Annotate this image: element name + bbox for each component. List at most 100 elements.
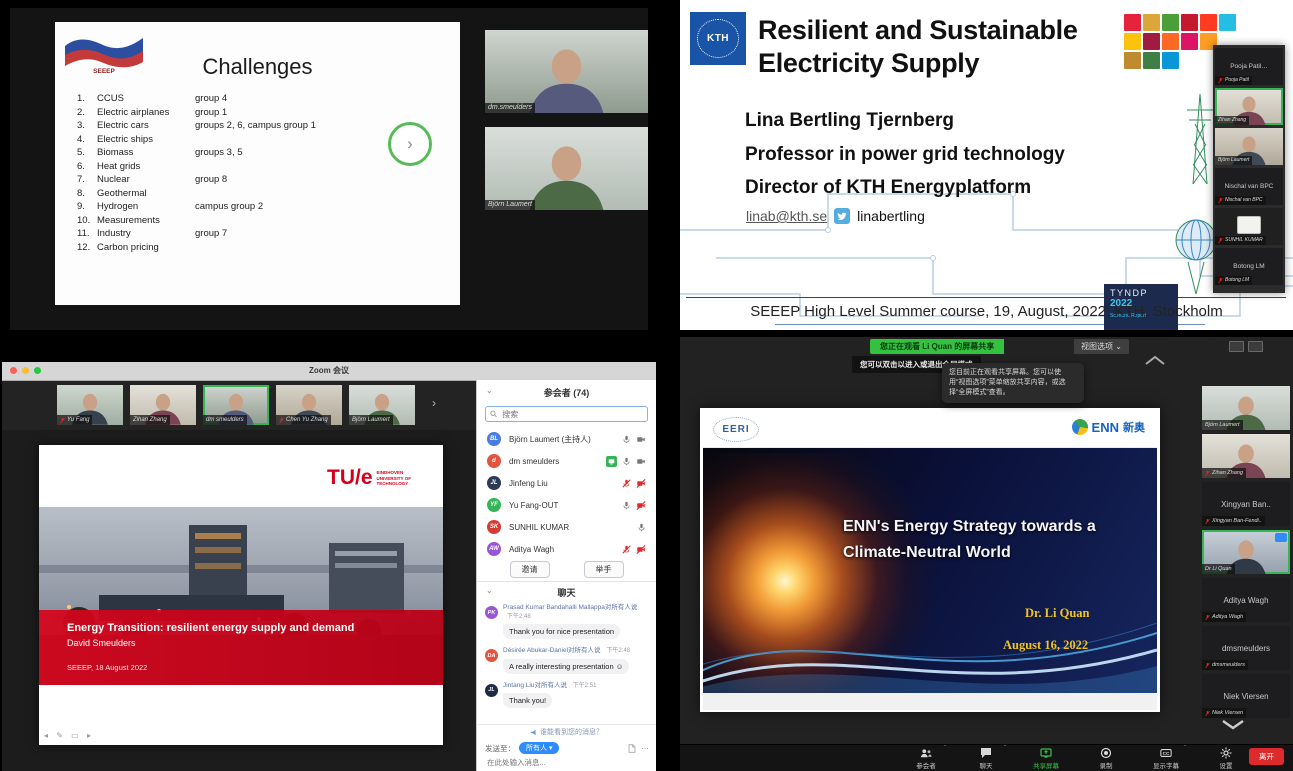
video-tile[interactable]: Zihan Zhang: [1202, 434, 1290, 478]
challenge-item: 4. Electric ships: [77, 133, 316, 147]
item-number: 7.: [77, 173, 97, 187]
collapse-strip-chevron[interactable]: [1142, 354, 1168, 372]
file-icon[interactable]: [628, 744, 636, 753]
footer-text: SEEEP High Level Summer course, 19, Augu…: [680, 303, 1293, 320]
video-tile[interactable]: dm smeulders: [203, 385, 269, 425]
zoom-window-button[interactable]: [34, 367, 41, 374]
globe-sketch: [1174, 210, 1218, 296]
video-tile[interactable]: Pooja Patil… Pooja Patil: [1215, 48, 1283, 85]
sdg-icon: [1124, 14, 1141, 31]
participant-name-label: Björn Laumert: [1202, 420, 1243, 430]
mic-muted-icon: [279, 417, 284, 424]
participant-actions: 邀请 举手: [477, 561, 656, 578]
video-tile[interactable]: Botong LM Botong LM: [1215, 248, 1283, 285]
next-slide-button[interactable]: ›: [388, 122, 432, 166]
video-tile[interactable]: Zihan Zhang: [130, 385, 196, 425]
camera-on-icon: [636, 435, 646, 444]
video-tile[interactable]: Zihan Zhang: [1215, 88, 1283, 125]
zoom-window-enn: 您正在观看 Li Quan 的屏幕共享 视图选项 ⌄ 您可以双击以进入或退出全屏…: [680, 337, 1293, 771]
speaker-view-icon[interactable]: [1248, 341, 1263, 352]
video-tile[interactable]: dmsmeulders dmsmeulders: [1202, 626, 1290, 670]
video-tile[interactable]: Björn Laumert: [349, 385, 415, 425]
video-tile[interactable]: dm.smeulders: [485, 30, 648, 113]
item-name: Electric airplanes: [97, 106, 195, 120]
collapse-caret-icon[interactable]: ⌄: [486, 386, 493, 395]
participant-row[interactable]: AW Aditya Wagh: [477, 538, 656, 560]
search-icon: [490, 410, 497, 418]
email-link[interactable]: linab@kth.se: [746, 208, 827, 224]
video-tile[interactable]: Nischal van BPC Nischal van BPC: [1215, 168, 1283, 205]
participant-row[interactable]: JL Jinfeng Liu: [477, 472, 656, 494]
item-number: 12.: [77, 241, 97, 255]
participant-row[interactable]: d dm smeulders: [477, 450, 656, 472]
video-tile[interactable]: Dr Li Quan: [1202, 530, 1290, 574]
minimize-window-button[interactable]: [22, 367, 29, 374]
item-name: Electric cars: [97, 119, 195, 133]
participant-name-label: Yu Fang: [57, 415, 92, 425]
more-icon[interactable]: ⋯: [641, 744, 649, 753]
tue-logo-text: TU/e: [327, 467, 373, 488]
sdg-icon: [1124, 33, 1141, 50]
raise-hand-button[interactable]: 举手: [584, 561, 624, 578]
participant-search-box[interactable]: [485, 406, 648, 422]
toolbar-icon: [1040, 747, 1052, 759]
leave-meeting-button[interactable]: 离开: [1249, 748, 1284, 765]
toolbar-button[interactable]: ˆ 参会者: [908, 747, 944, 770]
window-titlebar[interactable]: Zoom 会议: [2, 362, 656, 381]
item-number: 2.: [77, 106, 97, 120]
video-tile[interactable]: Björn Laumert: [1202, 386, 1290, 430]
video-tile[interactable]: Yu Fang: [57, 385, 123, 425]
toolbar-button[interactable]: 共享屏幕: [1028, 747, 1064, 770]
conference-collage: { "quad_tl": { "slide": { "logo_text": "…: [0, 0, 1293, 771]
toolbar-button[interactable]: ˆ 聊天: [968, 747, 1004, 770]
item-number: 3.: [77, 119, 97, 133]
presenter-nav-icons[interactable]: ◂ ✎ ▭ ▸: [44, 731, 94, 740]
toolbar-button[interactable]: 录制: [1088, 747, 1124, 770]
caret-icon[interactable]: ˆ: [1184, 746, 1186, 752]
message-text: Thank you!: [503, 693, 552, 708]
enn-logo-icon: [1072, 419, 1088, 435]
challenge-item: 9. Hydrogen campus group 2: [77, 200, 316, 214]
twitter-handle[interactable]: linabertling: [857, 208, 925, 224]
send-to-selector[interactable]: 所有人 ▾: [519, 742, 559, 754]
invite-button[interactable]: 邀请: [510, 561, 550, 578]
caret-icon[interactable]: ˆ: [1004, 746, 1006, 752]
participant-name: Yu Fang-OUT: [509, 501, 622, 510]
toolbar-button[interactable]: CC ˆ 显示字幕: [1148, 747, 1184, 770]
toolbar-button[interactable]: 设置: [1208, 747, 1244, 770]
item-number: 11.: [77, 227, 97, 241]
participant-row[interactable]: SK SUNHIL KUMAR: [477, 516, 656, 538]
view-options-button[interactable]: 视图选项 ⌄: [1074, 339, 1129, 354]
participant-row[interactable]: BL Björn Laumert (主持人): [477, 428, 656, 450]
chat-input[interactable]: [485, 757, 647, 768]
video-tile[interactable]: Björn Laumert: [1215, 128, 1283, 165]
expand-tiles-chevron[interactable]: [1218, 717, 1248, 736]
caret-icon[interactable]: ˆ: [944, 746, 946, 752]
participant-name-label: Björn Laumert: [1215, 156, 1252, 165]
video-tile[interactable]: Aditya Wagh Aditya Wagh: [1202, 578, 1290, 622]
video-tile[interactable]: SUNHIL KUMAR: [1215, 208, 1283, 245]
mic-muted-icon: [1205, 518, 1210, 525]
item-number: 4.: [77, 133, 97, 147]
zoom-window-tue: Zoom 会议 Yu Fang: [2, 362, 656, 771]
gallery-view-icon[interactable]: [1229, 341, 1244, 352]
video-tile[interactable]: Björn Laumert: [485, 127, 648, 210]
privacy-note[interactable]: 谁能看到您的消息？: [477, 727, 656, 737]
search-input[interactable]: [500, 409, 643, 420]
chat-message: PK Prasad Kumar Bandahalli Mallappa对所有人说…: [485, 604, 649, 639]
message-text: A really interesting presentation ☺: [503, 659, 629, 674]
participant-row[interactable]: YF Yu Fang-OUT: [477, 494, 656, 516]
chat-icon: [980, 747, 992, 759]
video-tile[interactable]: Chen Yu Zhang: [276, 385, 342, 425]
kth-logo: KTH: [690, 12, 746, 65]
video-tile[interactable]: Niek Viersen Niek Viersen: [1202, 674, 1290, 718]
avatar: PK: [485, 606, 498, 619]
gallery-next-button[interactable]: ›: [432, 396, 436, 410]
video-tile[interactable]: Xingyan Ban.. Xingyan Ban-Fendi..: [1202, 482, 1290, 526]
close-window-button[interactable]: [10, 367, 17, 374]
mic-muted-icon: [1205, 662, 1210, 669]
toolbar-icon: [1220, 747, 1232, 759]
toolbar-label: 共享屏幕: [1033, 760, 1059, 770]
collapse-caret-icon[interactable]: ⌄: [486, 586, 493, 595]
participant-name-label: Niek Viersen: [1202, 708, 1246, 718]
